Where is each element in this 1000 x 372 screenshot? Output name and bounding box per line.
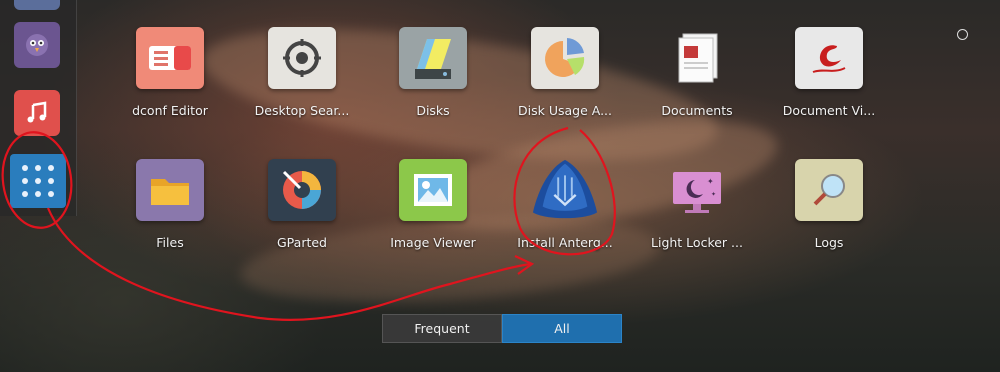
app-label: Files bbox=[156, 235, 184, 250]
app-tile-install-antergos[interactable]: Install Anterg... bbox=[500, 159, 630, 250]
documents-icon bbox=[663, 27, 731, 89]
view-switcher: Frequent All bbox=[382, 314, 622, 343]
app-label: Disks bbox=[416, 103, 450, 118]
app-label: Light Locker ... bbox=[651, 235, 743, 250]
app-tile-image-viewer[interactable]: Image Viewer bbox=[368, 159, 498, 250]
desktop-search-icon bbox=[268, 27, 336, 89]
app-label: Documents bbox=[661, 103, 733, 118]
app-label: Desktop Sear... bbox=[254, 103, 350, 118]
app-tile-document-viewer[interactable]: Document Vi... bbox=[764, 27, 894, 118]
app-tile-files[interactable]: Files bbox=[105, 159, 235, 250]
app-tile-gparted[interactable]: GParted bbox=[237, 159, 367, 250]
light-locker-icon: ✦ ✦ bbox=[663, 159, 731, 221]
app-label: Disk Usage A... bbox=[518, 103, 612, 118]
disk-usage-icon bbox=[531, 27, 599, 89]
app-label: Logs bbox=[814, 235, 844, 250]
close-circle-icon[interactable] bbox=[957, 29, 968, 40]
svg-text:✦: ✦ bbox=[711, 191, 716, 198]
logs-icon bbox=[795, 159, 863, 221]
app-tile-logs[interactable]: Logs bbox=[764, 159, 894, 250]
image-viewer-icon bbox=[399, 159, 467, 221]
dconf-editor-icon bbox=[136, 27, 204, 89]
app-tile-disks[interactable]: Disks bbox=[368, 27, 498, 118]
tab-frequent[interactable]: Frequent bbox=[382, 314, 502, 343]
svg-text:✦: ✦ bbox=[707, 177, 714, 186]
app-label: Install Anterg... bbox=[517, 235, 613, 250]
app-label: GParted bbox=[277, 235, 327, 250]
app-label: Document Vi... bbox=[782, 103, 876, 118]
app-tile-desktop-search[interactable]: Desktop Sear... bbox=[237, 27, 367, 118]
tab-all[interactable]: All bbox=[502, 314, 622, 343]
app-tile-disk-usage[interactable]: Disk Usage A... bbox=[500, 27, 630, 118]
disks-icon bbox=[399, 27, 467, 89]
show-applications-grid-icon[interactable] bbox=[10, 154, 66, 208]
app-label: Image Viewer bbox=[390, 235, 476, 250]
files-icon bbox=[136, 159, 204, 221]
document-viewer-icon bbox=[795, 27, 863, 89]
music-note-icon[interactable] bbox=[14, 90, 60, 136]
pidgin-bird-icon[interactable] bbox=[14, 22, 60, 68]
app-tile-dconf-editor[interactable]: dconf Editor bbox=[105, 27, 235, 118]
gparted-icon bbox=[268, 159, 336, 221]
app-tile-light-locker[interactable]: ✦ ✦ Light Locker ... bbox=[632, 159, 762, 250]
dock-app-icon[interactable] bbox=[14, 0, 60, 10]
launcher-dock bbox=[0, 0, 77, 216]
app-tile-documents[interactable]: Documents bbox=[632, 27, 762, 118]
install-antergos-icon bbox=[531, 159, 599, 221]
app-label: dconf Editor bbox=[132, 103, 208, 118]
